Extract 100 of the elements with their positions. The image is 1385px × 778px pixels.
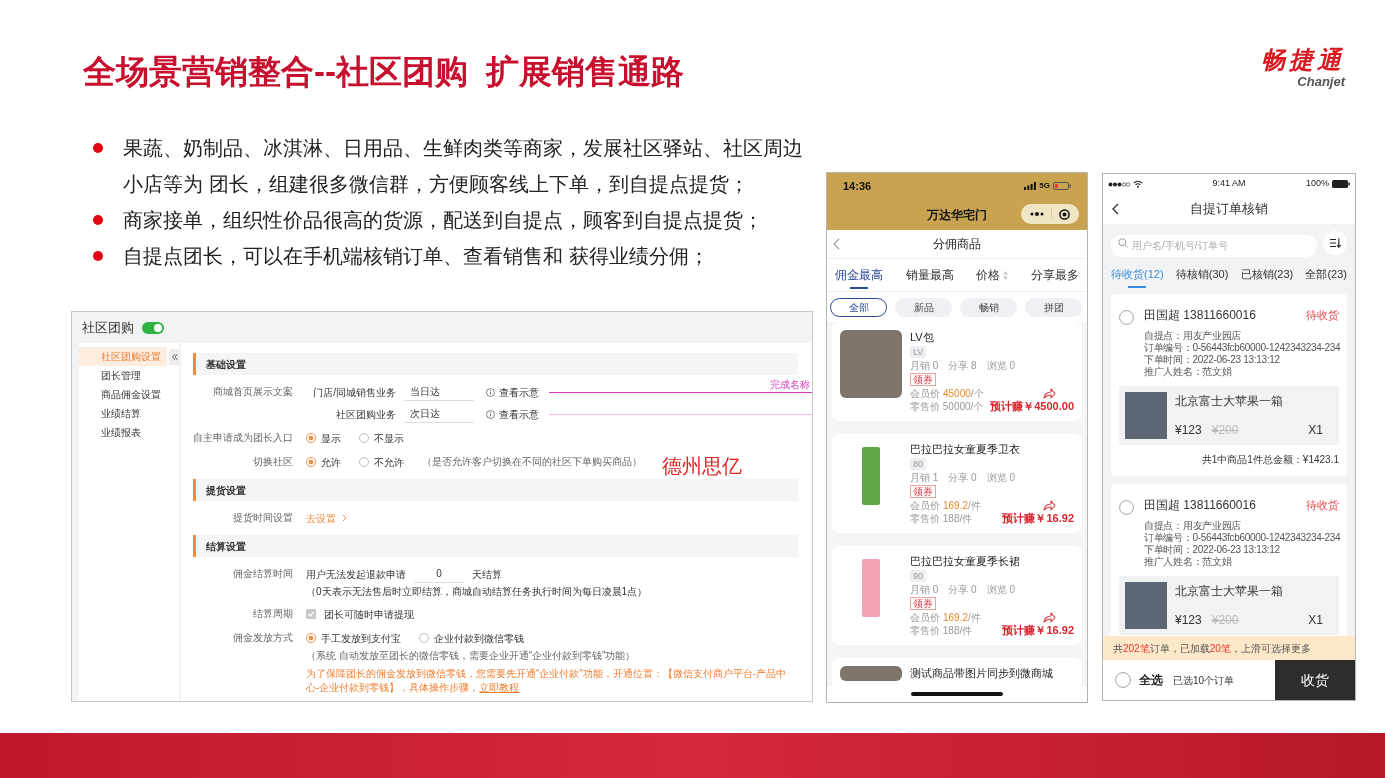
earnings-text: 预计赚￥16.92	[1002, 512, 1074, 525]
original-price: ¥200	[1211, 422, 1239, 438]
bullet-icon	[93, 143, 103, 153]
field-label: 切换社区	[252, 455, 293, 469]
capsule-button[interactable]	[1021, 204, 1079, 224]
order-detail: 推广人姓名：范文娟	[1144, 366, 1233, 378]
product-card[interactable]: 测试商品带图片同步到微商城	[832, 658, 1082, 686]
field-label: 门店/同城销售业务	[312, 385, 396, 400]
share-icon[interactable]	[1043, 500, 1056, 511]
sort-button[interactable]	[1323, 231, 1347, 255]
original-price: ¥200	[1211, 612, 1239, 628]
select-all-option[interactable]: 全选	[1103, 671, 1163, 689]
app-title: 万达华宅门	[927, 206, 987, 224]
product-card[interactable]: LV包 LV 月销 0 分享 8 浏览 0 领券 会员价 45000/个 零售价 50000/个 预计赚￥4500.00	[832, 322, 1082, 421]
tab[interactable]: 佣金最高	[833, 259, 885, 291]
sort-icon	[1329, 238, 1341, 248]
text-field[interactable]: 当日达	[404, 383, 474, 401]
receive-button[interactable]: 收货	[1275, 660, 1355, 700]
filter-chip[interactable]: 新品	[895, 297, 952, 317]
member-price: 会员价 45000/个	[910, 387, 984, 400]
coupon-tag: 领券	[910, 373, 936, 386]
sidebar-item[interactable]: 团长管理	[79, 366, 167, 385]
annotation-label: 完成名称	[770, 378, 810, 391]
tab[interactable]: 待核销(30)	[1175, 257, 1229, 291]
product-name: 北京富士大苹果一箱	[1175, 393, 1284, 409]
radio-option[interactable]: 企业付款到微信零钱	[419, 629, 524, 647]
tab[interactable]: 分享最多	[1028, 259, 1081, 291]
toggle-switch[interactable]	[142, 321, 164, 334]
target-icon[interactable]	[1058, 208, 1070, 220]
quantity-text: X1	[1308, 422, 1323, 438]
price-text: ¥123	[1175, 422, 1202, 438]
help-link[interactable]: 查看示意	[486, 406, 539, 422]
product-photo	[840, 330, 902, 398]
battery-icon	[1332, 180, 1350, 188]
tab[interactable]: 全部(23)	[1305, 257, 1347, 291]
radio-option[interactable]: 允许	[306, 453, 341, 471]
product-photo	[840, 666, 902, 681]
product-card[interactable]: 巴拉巴拉女童夏季卫衣 80 月销 1 分享 0 浏览 0 领券 会员价 169.2/件 零售价 188/件 预计赚￥16.92	[832, 434, 1082, 533]
retail-price: 零售价 188/件	[910, 512, 973, 525]
radio-option[interactable]: 手工发放到支付宝	[306, 629, 401, 647]
signal-icon	[1108, 181, 1130, 187]
page-title: 分佣商品	[933, 236, 981, 253]
product-name: 北京富士大苹果一箱	[1175, 583, 1284, 599]
filter-chip[interactable]: 全部	[830, 297, 887, 317]
radio-option[interactable]: 显示	[306, 429, 341, 447]
product-photo	[1125, 582, 1167, 629]
back-icon[interactable]	[1112, 203, 1119, 215]
tab[interactable]: 销量最高	[903, 259, 956, 291]
product-name: 巴拉巴拉女童夏季卫衣	[910, 442, 1021, 457]
filter-chip[interactable]: 畅销	[960, 297, 1017, 317]
field-text: 天结算	[472, 567, 502, 582]
overlay-label: 德州思亿	[662, 454, 742, 478]
product-tag: 80	[910, 458, 926, 470]
sidebar-item[interactable]: 业绩报表	[79, 423, 167, 442]
field-label: 社区团购业务	[335, 407, 396, 422]
radio-icon[interactable]	[1119, 500, 1134, 515]
info-icon	[486, 409, 495, 419]
stat-text: 浏览 0	[986, 583, 1016, 596]
search-icon	[1118, 238, 1128, 248]
retail-price: 零售价 50000/个	[910, 400, 984, 413]
search-field[interactable]: 用户名/手机号/订单号	[1111, 234, 1317, 257]
battery-icon	[1053, 182, 1071, 190]
page-title: 自提订单核销	[1190, 200, 1268, 219]
field-text: 用户无法发起退款申请	[306, 567, 406, 582]
filter-chip[interactable]: 拼团	[1025, 297, 1082, 317]
more-icon[interactable]	[1030, 212, 1045, 216]
status-time: 14:36	[843, 178, 872, 194]
radio-option[interactable]: 不显示	[359, 429, 404, 447]
field-label: 自主申请成为团长入口	[193, 431, 293, 445]
tab[interactable]: 价格	[974, 259, 1011, 291]
product-card[interactable]: 巴拉巴拉女童夏季长裙 90 月销 0 分享 0 浏览 0 领券 会员价 169.2/件 零售价 188/件 预计赚￥16.92	[832, 546, 1082, 645]
stat-text: 分享 8	[948, 359, 977, 372]
stat-text: 分享 0	[948, 471, 977, 484]
field-label: 结算周期	[252, 607, 293, 621]
product-photo	[1125, 392, 1167, 439]
collapse-icon[interactable]	[169, 349, 179, 365]
radio-icon[interactable]	[1119, 310, 1134, 325]
notice-text: 共202笔订单，已加载20笔，上滑可选择更多	[1113, 641, 1311, 656]
sidebar-item[interactable]: 业绩结算	[79, 404, 167, 423]
warning-text: 为了保障团长的佣金发放到微信零钱，您需要先开通“企业付款”功能，开通位置：【微信支付商户平台-产品中心-企业付款到零钱】，具体操作步骤，立即教程	[306, 667, 787, 695]
radio-option[interactable]: 不允许	[359, 453, 404, 471]
tab[interactable]: 已核销(23)	[1240, 257, 1294, 291]
order-total: 共1中商品1件总金额：¥1423.1	[1200, 453, 1339, 466]
section-header: 结算设置	[193, 535, 798, 557]
share-icon[interactable]	[1043, 612, 1056, 623]
product-name: LV包	[910, 330, 935, 345]
number-field[interactable]: 0	[414, 565, 464, 583]
share-icon[interactable]	[1043, 388, 1056, 399]
stat-text: 分享 0	[948, 583, 977, 596]
help-link[interactable]: 查看示意	[486, 384, 539, 400]
bullet-text: 果蔬、奶制品、冰淇淋、日用品、生鲜肉类等商家，发展社区驿站、社区周边小店等为 团长，组建很多微信群，方便顾客线上下单，到自提点提货；	[123, 136, 804, 197]
sidebar-item[interactable]: 商品佣金设置	[79, 385, 167, 404]
order-detail: 推广人姓名：范文娟	[1144, 556, 1233, 568]
selection-count: 已选10个订单	[1173, 673, 1235, 688]
member-price: 会员价 169.2/件	[910, 499, 981, 512]
hint-text: （系统 自动发放至团长的微信零钱，需要企业开通“企业付款到零钱”功能）	[306, 649, 636, 663]
field-label: 佣金发放方式	[232, 631, 293, 645]
member-price: 会员价 169.2/件	[910, 611, 981, 624]
text-field[interactable]: 次日达	[404, 405, 474, 423]
order-detail: 自提点：用友产业园店	[1144, 520, 1242, 532]
